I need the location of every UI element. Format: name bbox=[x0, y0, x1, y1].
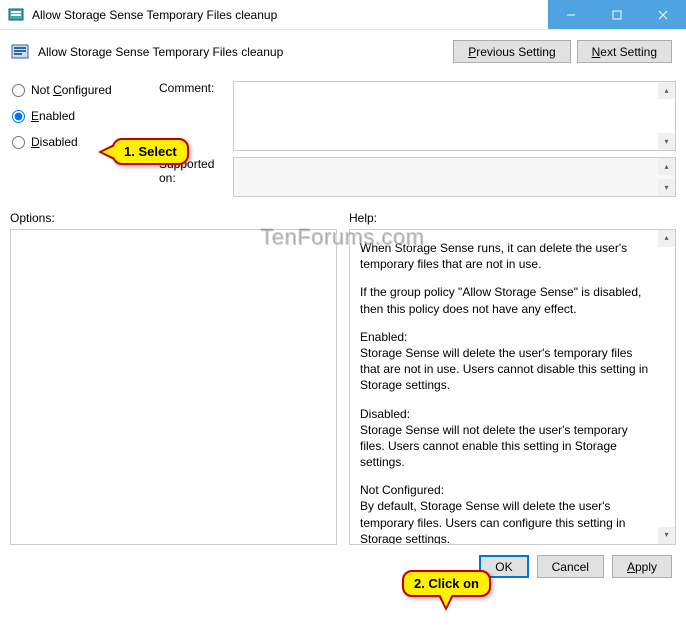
titlebar: Allow Storage Sense Temporary Files clea… bbox=[0, 0, 686, 30]
options-label: Options: bbox=[10, 211, 337, 225]
annotation-callout-2: 2. Click on bbox=[402, 570, 491, 597]
close-button[interactable] bbox=[640, 0, 686, 29]
maximize-button[interactable] bbox=[594, 0, 640, 29]
window-title: Allow Storage Sense Temporary Files clea… bbox=[32, 8, 548, 22]
disabled-radio-input[interactable] bbox=[12, 136, 25, 149]
cancel-button[interactable]: Cancel bbox=[537, 555, 604, 578]
help-scrollbar[interactable]: ▴ ▾ bbox=[658, 230, 675, 544]
policy-icon bbox=[10, 42, 30, 62]
previous-setting-button[interactable]: Previous Setting bbox=[453, 40, 570, 63]
scroll-up-icon[interactable]: ▴ bbox=[658, 158, 675, 175]
scroll-down-icon[interactable]: ▾ bbox=[658, 133, 675, 150]
dialog-button-bar: OK Cancel Apply bbox=[10, 555, 676, 578]
policy-title: Allow Storage Sense Temporary Files clea… bbox=[38, 45, 453, 59]
supported-textarea: ▴ ▾ bbox=[233, 157, 676, 197]
annotation-callout-1: 1. Select bbox=[112, 138, 189, 165]
comment-scrollbar[interactable]: ▴ ▾ bbox=[658, 82, 675, 150]
supported-scrollbar[interactable]: ▴ ▾ bbox=[658, 158, 675, 196]
enabled-radio-input[interactable] bbox=[12, 110, 25, 123]
scroll-up-icon[interactable]: ▴ bbox=[658, 230, 675, 247]
comment-textarea[interactable]: ▴ ▾ bbox=[233, 81, 676, 151]
comment-label: Comment: bbox=[159, 81, 229, 95]
scroll-down-icon[interactable]: ▾ bbox=[658, 527, 675, 544]
help-text: When Storage Sense runs, it can delete t… bbox=[360, 240, 653, 545]
next-setting-button[interactable]: Next Setting bbox=[577, 40, 672, 63]
help-panel: When Storage Sense runs, it can delete t… bbox=[349, 229, 676, 545]
scroll-up-icon[interactable]: ▴ bbox=[658, 82, 675, 99]
enabled-radio[interactable]: Enabled bbox=[10, 109, 155, 123]
minimize-button[interactable] bbox=[548, 0, 594, 29]
options-panel bbox=[10, 229, 337, 545]
scroll-down-icon[interactable]: ▾ bbox=[658, 179, 675, 196]
help-label: Help: bbox=[349, 211, 676, 225]
not-configured-radio[interactable]: Not Configured bbox=[10, 83, 155, 97]
window-controls bbox=[548, 0, 686, 29]
policy-app-icon bbox=[8, 7, 24, 23]
not-configured-radio-input[interactable] bbox=[12, 84, 25, 97]
apply-button[interactable]: Apply bbox=[612, 555, 672, 578]
